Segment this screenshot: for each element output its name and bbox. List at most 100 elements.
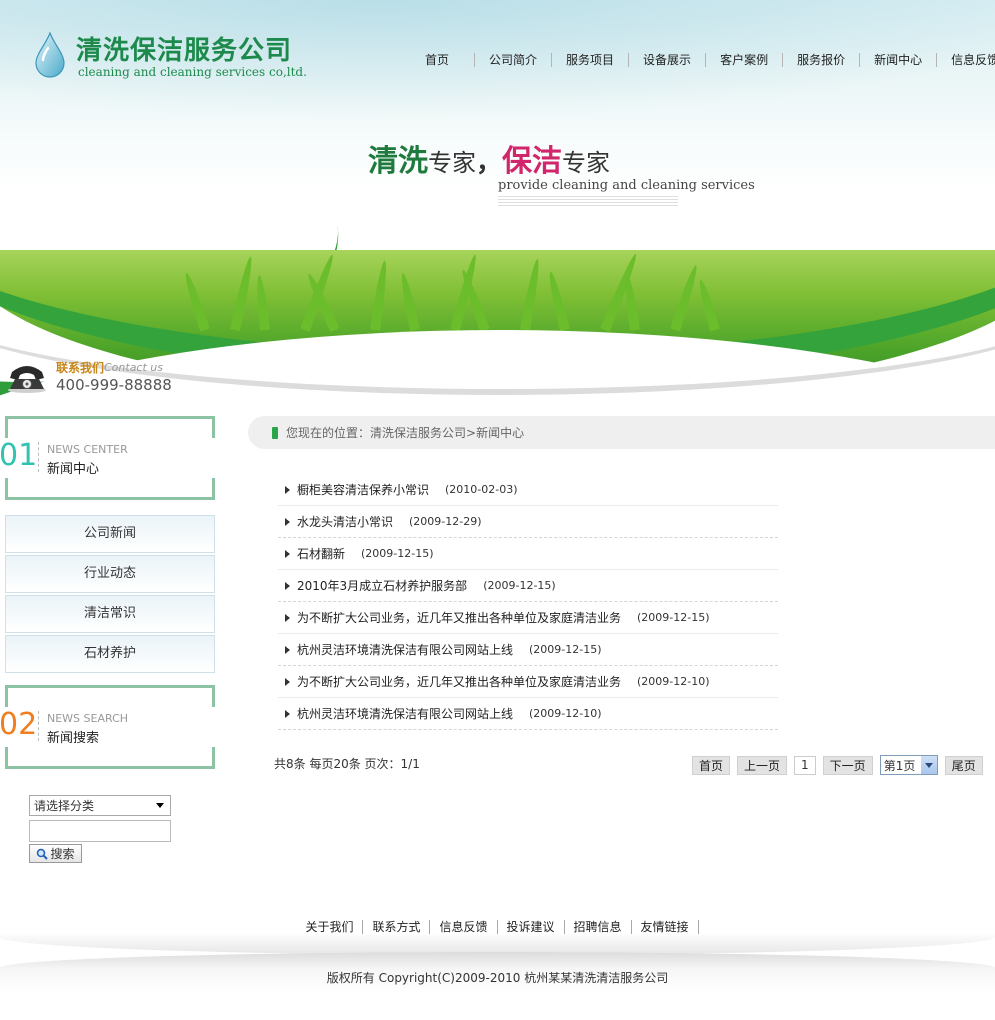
footer-link[interactable]: 友情链接 bbox=[632, 920, 699, 934]
logo-title: 清洗保洁服务公司 bbox=[76, 36, 293, 66]
category-select[interactable]: 请选择分类 bbox=[29, 795, 171, 816]
news-row: 杭州灵洁环境清洗保洁有限公司网站上线 (2009-12-15) bbox=[278, 634, 778, 666]
nav-item[interactable]: 客户案例 bbox=[706, 53, 784, 67]
pager: 首页 上一页 1 下一页 第1页 尾页 bbox=[692, 755, 983, 775]
chevron-down-icon bbox=[924, 762, 933, 768]
news-title-link[interactable]: 杭州灵洁环境清洗保洁有限公司网站上线 bbox=[297, 641, 513, 658]
divider bbox=[38, 442, 39, 472]
news-row: 为不断扩大公司业务，近几年又推出各种单位及家庭清洁业务 (2009-12-10) bbox=[278, 666, 778, 698]
water-drop-icon bbox=[35, 32, 65, 78]
triangle-bullet-icon bbox=[285, 677, 290, 686]
news-date: (2009-12-10) bbox=[529, 707, 602, 720]
nav-item[interactable]: 设备展示 bbox=[629, 53, 707, 67]
news-row: 水龙头清洁小常识 (2009-12-29) bbox=[278, 506, 778, 538]
news-date: (2009-12-29) bbox=[409, 515, 482, 528]
next-page-button[interactable]: 下一页 bbox=[822, 755, 873, 775]
nav-item[interactable]: 信息反馈 bbox=[937, 53, 995, 67]
section-title: 新闻中心 bbox=[47, 462, 100, 477]
triangle-bullet-icon bbox=[285, 549, 290, 558]
triangle-bullet-icon bbox=[285, 709, 290, 718]
news-date: (2009-12-15) bbox=[637, 611, 710, 624]
main-nav: 首页 公司简介 服务项目 设备展示 客户案例 服务报价 新闻中心 信息反馈 bbox=[400, 51, 995, 69]
last-page-button[interactable]: 尾页 bbox=[944, 755, 983, 775]
category-item[interactable]: 公司新闻 bbox=[5, 515, 215, 553]
banner-slogan: 清洗专家，保洁专家 bbox=[368, 136, 610, 180]
news-date: (2009-12-15) bbox=[529, 643, 602, 656]
contact-phone[interactable]: 400-999-88888 bbox=[56, 376, 172, 394]
search-form: 请选择分类 搜索 bbox=[29, 795, 174, 863]
news-title-link[interactable]: 石材翻新 bbox=[297, 545, 345, 562]
footer-link[interactable]: 信息反馈 bbox=[430, 920, 498, 934]
bracket-gap-right bbox=[207, 438, 219, 478]
logo-subtitle: cleaning and cleaning services co,ltd. bbox=[78, 65, 307, 79]
section-title-en: NEWS SEARCH bbox=[47, 712, 129, 725]
news-center-box: 01 NEWS CENTER 新闻中心 bbox=[0, 416, 219, 500]
category-menu: 公司新闻 行业动态 清洁常识 石材养护 bbox=[5, 515, 215, 675]
category-item[interactable]: 清洁常识 bbox=[5, 595, 215, 633]
news-date: (2009-12-15) bbox=[361, 547, 434, 560]
slogan-fine-print bbox=[498, 196, 678, 208]
search-button[interactable]: 搜索 bbox=[29, 844, 82, 863]
news-title-link[interactable]: 为不断扩大公司业务，近几年又推出各种单位及家庭清洁业务 bbox=[297, 673, 621, 690]
news-row: 橱柜美容清洁保养小常识 (2010-02-03) bbox=[278, 474, 778, 506]
footer-nav: 关于我们 联系方式 信息反馈 投诉建议 招聘信息 友情链接 bbox=[0, 920, 995, 934]
chevron-down-icon bbox=[156, 803, 164, 808]
section-number: 01 bbox=[0, 438, 38, 473]
slogan-expert-1: 专家 bbox=[428, 149, 476, 177]
footer-link[interactable]: 关于我们 bbox=[296, 920, 364, 934]
breadcrumb-separator: > bbox=[466, 425, 477, 440]
nav-item[interactable]: 新闻中心 bbox=[860, 53, 938, 67]
news-title-link[interactable]: 橱柜美容清洁保养小常识 bbox=[297, 481, 429, 498]
section-number: 02 bbox=[0, 707, 38, 742]
contact-block: 联系我们 Contact us 400-999-88888 bbox=[6, 357, 206, 397]
current-page-number[interactable]: 1 bbox=[794, 755, 816, 775]
telephone-icon bbox=[8, 366, 46, 393]
news-list: 橱柜美容清洁保养小常识 (2010-02-03) 水龙头清洁小常识 (2009-12-… bbox=[278, 474, 778, 730]
footer-link[interactable]: 联系方式 bbox=[363, 920, 431, 934]
page-select-value: 第1页 bbox=[883, 758, 916, 773]
contact-label-en: Contact us bbox=[104, 361, 163, 374]
news-row: 为不断扩大公司业务，近几年又推出各种单位及家庭清洁业务 (2009-12-15) bbox=[278, 602, 778, 634]
page-info: 共8条 每页20条 页次：1/1 bbox=[274, 757, 420, 771]
site-logo[interactable]: 清洗保洁服务公司 cleaning and cleaning services … bbox=[34, 30, 314, 85]
footer-bottom-band bbox=[0, 952, 995, 1020]
breadcrumb-current: 新闻中心 bbox=[476, 426, 525, 440]
news-title-link[interactable]: 杭州灵洁环境清洗保洁有限公司网站上线 bbox=[297, 705, 513, 722]
news-row: 石材翻新 (2009-12-15) bbox=[278, 538, 778, 570]
triangle-bullet-icon bbox=[285, 485, 290, 494]
news-date: (2010-02-03) bbox=[445, 483, 518, 496]
page-select[interactable]: 第1页 bbox=[879, 755, 938, 775]
slogan-cleaning: 清洗 bbox=[368, 144, 428, 179]
category-item[interactable]: 行业动态 bbox=[5, 555, 215, 593]
nav-item[interactable]: 服务项目 bbox=[552, 53, 630, 67]
slogan-english: provide cleaning and cleaning services bbox=[498, 178, 755, 193]
location-marker-icon bbox=[272, 426, 278, 439]
nav-item[interactable]: 服务报价 bbox=[783, 53, 861, 67]
dropdown-button bbox=[920, 756, 937, 774]
prev-page-button[interactable]: 上一页 bbox=[737, 755, 788, 775]
slogan-expert-2: 专家 bbox=[562, 149, 611, 177]
triangle-bullet-icon bbox=[285, 517, 290, 526]
keyword-input[interactable] bbox=[29, 820, 171, 842]
footer-link[interactable]: 招聘信息 bbox=[565, 920, 632, 934]
category-item[interactable]: 石材养护 bbox=[5, 635, 215, 673]
news-title-link[interactable]: 为不断扩大公司业务，近几年又推出各种单位及家庭清洁业务 bbox=[297, 609, 621, 626]
slogan-janitorial: 保洁 bbox=[502, 144, 563, 179]
slogan-comma: ， bbox=[476, 148, 503, 178]
section-title-en: NEWS CENTER bbox=[47, 443, 128, 456]
nav-item[interactable]: 公司简介 bbox=[475, 53, 553, 67]
news-title-link[interactable]: 2010年3月成立石材养护服务部 bbox=[297, 577, 467, 594]
first-page-button[interactable]: 首页 bbox=[692, 755, 731, 775]
nav-item[interactable]: 首页 bbox=[400, 53, 476, 67]
triangle-bullet-icon bbox=[285, 645, 290, 654]
magnifier-icon bbox=[37, 848, 49, 860]
search-button-label: 搜索 bbox=[50, 847, 75, 861]
news-title-link[interactable]: 水龙头清洁小常识 bbox=[297, 513, 393, 530]
triangle-bullet-icon bbox=[285, 613, 290, 622]
divider bbox=[38, 711, 39, 741]
copyright: 版权所有 Copyright(C)2009-2010 杭州某某清洗清洁服务公司 bbox=[326, 971, 669, 985]
category-select-value: 请选择分类 bbox=[34, 799, 95, 813]
breadcrumb-prefix: 您现在的位置： bbox=[286, 426, 371, 440]
footer-link[interactable]: 投诉建议 bbox=[498, 920, 565, 934]
breadcrumb-home-link[interactable]: 清洗保洁服务公司 bbox=[370, 424, 466, 441]
